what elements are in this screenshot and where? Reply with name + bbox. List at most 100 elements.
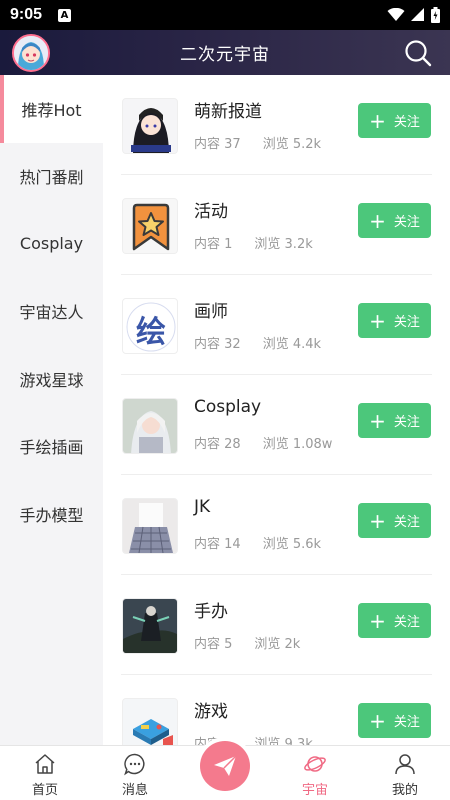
content-count: 内容 32	[194, 337, 241, 352]
list-item[interactable]: JK 内容 14 浏览 5.6k + 关注	[103, 475, 450, 575]
home-icon	[35, 754, 55, 774]
bottom-tab-bar: 首页 消息 宇宙 我的	[0, 741, 450, 800]
wifi-icon	[387, 8, 405, 21]
plus-icon: +	[369, 508, 386, 533]
topic-title: 萌新报道	[194, 102, 262, 122]
sidebar-item-label: 热门番剧	[19, 168, 84, 188]
tab-messages[interactable]: 消息	[90, 746, 180, 800]
topic-stats: 内容 1 浏览 3.2k	[194, 233, 313, 252]
status-bar: 9:05 A	[0, 0, 450, 30]
topic-stats: 内容 32 浏览 4.4k	[194, 333, 321, 352]
topic-title: 手办	[194, 602, 228, 622]
follow-label: 关注	[393, 415, 420, 430]
content-count: 内容 28	[194, 437, 241, 452]
view-count: 浏览 5.6k	[262, 537, 322, 552]
plus-icon: +	[369, 308, 386, 333]
list-item[interactable]: 游戏 内容 3 浏览 9.3k + 关注	[103, 675, 450, 745]
plus-icon: +	[369, 708, 386, 733]
list-item[interactable]: 绘 画师 内容 32 浏览 4.4k + 关注	[103, 275, 450, 375]
follow-button[interactable]: + 关注	[358, 603, 431, 638]
follow-button[interactable]: + 关注	[358, 303, 431, 338]
notification-a-icon: A	[58, 8, 72, 22]
view-count: 浏览 9.3k	[254, 737, 313, 745]
star-ribbon-icon	[122, 198, 178, 254]
list-item[interactable]: 手办 内容 5 浏览 2k + 关注	[103, 575, 450, 675]
publish-button[interactable]	[200, 741, 250, 791]
topic-title: JK	[194, 497, 211, 517]
app-header: 二次元宇宙	[0, 30, 450, 75]
sidebar-item-experts[interactable]: 宇宙达人	[0, 278, 103, 346]
tab-universe[interactable]: 宇宙	[270, 746, 360, 800]
paint-badge-char: 绘	[136, 315, 166, 350]
planet-icon	[304, 756, 326, 772]
anime-girl-thumbnail	[122, 98, 178, 154]
sidebar-item-label: 手办模型	[19, 505, 84, 525]
sidebar-item-anime[interactable]: 热门番剧	[0, 143, 103, 211]
topic-stats: 内容 37 浏览 5.2k	[194, 133, 321, 152]
paper-plane-icon	[214, 755, 237, 776]
view-count: 浏览 3.2k	[254, 237, 313, 252]
jk-uniform-thumbnail	[122, 498, 178, 554]
topic-title: 画师	[194, 302, 228, 322]
game-controller-icon	[122, 698, 178, 745]
sidebar-item-label: 宇宙达人	[19, 303, 84, 323]
plus-icon: +	[369, 108, 386, 133]
tab-label: 宇宙	[301, 783, 328, 798]
follow-label: 关注	[393, 615, 420, 630]
follow-button[interactable]: + 关注	[358, 503, 431, 538]
page-title: 二次元宇宙	[180, 45, 270, 65]
search-icon[interactable]	[404, 39, 432, 67]
sidebar-item-label: 推荐Hot	[21, 100, 82, 120]
sidebar-item-figures[interactable]: 手办模型	[0, 480, 103, 548]
topic-stats: 内容 28 浏览 1.08w	[194, 433, 332, 452]
list-item[interactable]: Cosplay 内容 28 浏览 1.08w + 关注	[103, 375, 450, 475]
plus-icon: +	[369, 408, 386, 433]
content-count: 内容 37	[194, 137, 241, 152]
paint-badge-icon: 绘	[122, 298, 178, 354]
view-count: 浏览 4.4k	[262, 337, 322, 352]
avatar-character-icon	[14, 36, 48, 70]
list-item[interactable]: 萌新报道 内容 37 浏览 5.2k + 关注	[103, 75, 450, 175]
tab-label: 消息	[121, 783, 148, 798]
topic-stats: 内容 14 浏览 5.6k	[194, 533, 321, 552]
topic-title: 游戏	[194, 702, 228, 722]
content-count: 内容 1	[194, 237, 233, 252]
message-icon	[124, 753, 145, 776]
battery-icon	[431, 7, 440, 23]
follow-label: 关注	[393, 715, 420, 730]
sidebar-item-illustration[interactable]: 手绘插画	[0, 413, 103, 481]
topic-list: 萌新报道 内容 37 浏览 5.2k + 关注 活动 内容 1 浏览 3.2k + 关注…	[103, 75, 450, 745]
follow-label: 关注	[393, 115, 420, 130]
topic-stats: 内容 5 浏览 2k	[194, 633, 300, 652]
signal-icon	[411, 8, 424, 21]
plus-icon: +	[369, 608, 386, 633]
view-count: 浏览 2k	[254, 637, 301, 652]
follow-button[interactable]: + 关注	[358, 203, 431, 238]
sidebar-item-cosplay[interactable]: Cosplay	[0, 210, 103, 278]
tab-label: 首页	[31, 783, 58, 798]
tab-profile[interactable]: 我的	[360, 746, 450, 800]
list-item[interactable]: 活动 内容 1 浏览 3.2k + 关注	[103, 175, 450, 275]
follow-label: 关注	[393, 215, 420, 230]
follow-button[interactable]: + 关注	[358, 103, 431, 138]
plus-icon: +	[369, 208, 386, 233]
sidebar-item-games[interactable]: 游戏星球	[0, 345, 103, 413]
status-time: 9:05	[10, 6, 43, 23]
view-count: 浏览 5.2k	[262, 137, 322, 152]
person-icon	[395, 754, 415, 775]
sidebar-item-label: 手绘插画	[19, 438, 84, 458]
follow-button[interactable]: + 关注	[358, 703, 431, 738]
category-sidebar: 推荐Hot 热门番剧 Cosplay 宇宙达人 游戏星球 手绘插画 手办模型	[0, 75, 103, 745]
tab-label: 我的	[391, 783, 418, 798]
sidebar-item-hot[interactable]: 推荐Hot	[0, 75, 103, 143]
topic-title: 活动	[194, 202, 228, 222]
tab-home[interactable]: 首页	[0, 746, 90, 800]
sidebar-item-label: 游戏星球	[19, 370, 84, 390]
follow-label: 关注	[393, 315, 420, 330]
follow-button[interactable]: + 关注	[358, 403, 431, 438]
view-count: 浏览 1.08w	[262, 437, 333, 452]
figure-thumbnail	[122, 598, 178, 654]
sidebar-item-label: Cosplay	[19, 234, 84, 254]
cosplay-photo-thumbnail	[122, 398, 178, 454]
user-avatar[interactable]	[12, 34, 50, 72]
